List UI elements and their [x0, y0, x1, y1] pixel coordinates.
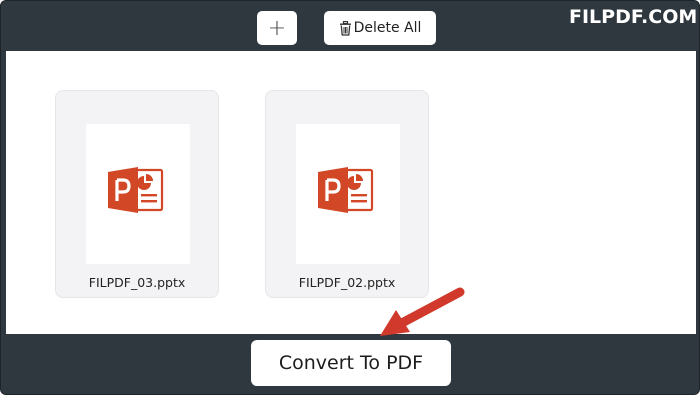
trash-icon [339, 20, 351, 36]
powerpoint-icon [318, 167, 374, 213]
brand-logo: FILPDF.COM [569, 6, 698, 28]
delete-all-button[interactable]: Delete All [324, 11, 436, 45]
delete-all-label: Delete All [353, 20, 422, 36]
add-file-button[interactable]: + [257, 11, 297, 45]
powerpoint-icon [108, 167, 164, 213]
convert-to-pdf-button[interactable]: Convert To PDF [251, 340, 451, 386]
file-panel: FILPDF_03.pptx FILPDF_02.pptx [6, 51, 696, 334]
file-card[interactable]: FILPDF_03.pptx [55, 90, 219, 298]
file-thumbnail [296, 124, 400, 264]
file-card[interactable]: FILPDF_02.pptx [265, 90, 429, 298]
file-name: FILPDF_02.pptx [298, 275, 396, 290]
file-name: FILPDF_03.pptx [88, 275, 186, 290]
file-thumbnail [86, 124, 190, 264]
converter-frame: + Delete All FILPDF.COM FILPDF_03.pptx F… [0, 0, 700, 395]
